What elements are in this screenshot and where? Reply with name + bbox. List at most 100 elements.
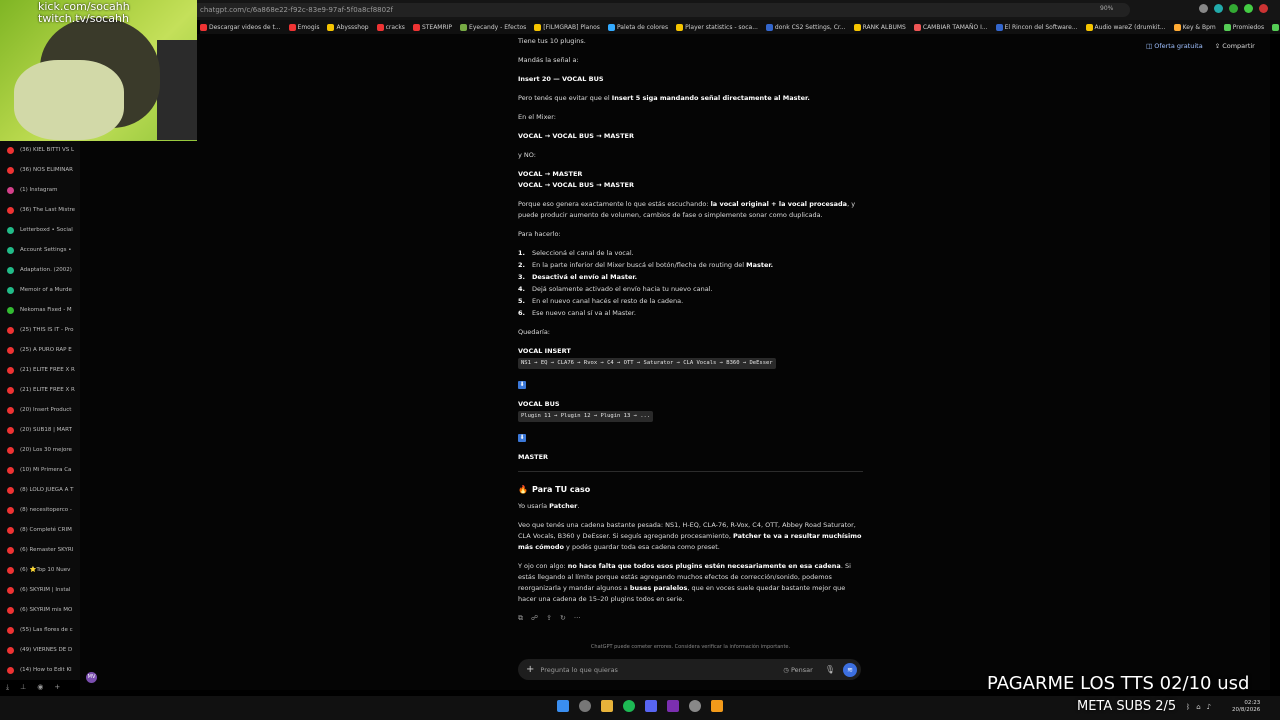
bookmark-item[interactable]: STEAMRIP bbox=[412, 23, 452, 31]
sidebar-tab-item[interactable]: (20) SUB18 | MART bbox=[0, 420, 80, 440]
sidebar-tab-item[interactable]: (21) ELITE FREE X R bbox=[0, 380, 80, 400]
tab-label: (10) Mi Primera Ca bbox=[20, 467, 72, 473]
sidebar-tab-item[interactable]: Letterboxd • Social bbox=[0, 220, 80, 240]
regenerate-icon[interactable]: ↻ bbox=[560, 613, 566, 624]
sidebar-tab-item[interactable]: (6) ⭐Top 10 Nuev bbox=[0, 560, 80, 580]
prompt-input[interactable] bbox=[540, 665, 784, 674]
extension-icon[interactable] bbox=[1214, 4, 1223, 13]
thumbs-icon[interactable]: ☍ bbox=[531, 613, 538, 624]
minimize-icon[interactable] bbox=[1229, 4, 1238, 13]
sidebar-tab-item[interactable]: (14) How to Edit KI bbox=[0, 660, 80, 680]
tab-label: (21) ELITE FREE X R bbox=[20, 367, 75, 373]
sidebar-tab-item[interactable]: (49) VIERNES DE D bbox=[0, 640, 80, 660]
text-span: . bbox=[577, 502, 580, 510]
sidebar-tab-item[interactable]: (25) THIS IS IT - Pro bbox=[0, 320, 80, 340]
download-icon[interactable]: ⤓ bbox=[6, 683, 9, 692]
tab-label: (6) SKYRIM | Instal bbox=[20, 587, 71, 593]
steps-list: 1. Seleccioná el canal de la vocal. 2. En l… bbox=[518, 248, 863, 319]
text-span: Ese nuevo canal sí va al Master. bbox=[532, 309, 636, 317]
sidebar-tab-item[interactable]: Adaptation. (2002) bbox=[0, 260, 80, 280]
settings-app-icon[interactable] bbox=[689, 700, 701, 712]
sidebar-tab-item[interactable]: (36) NOS ELIMINAR bbox=[0, 160, 80, 180]
maximize-icon[interactable] bbox=[1244, 4, 1253, 13]
fire-icon: 🔥 bbox=[518, 485, 528, 494]
sidebar-tab-item[interactable]: (10) Mi Primera Ca bbox=[0, 460, 80, 480]
spotify-app-icon[interactable] bbox=[623, 700, 635, 712]
bookmark-item[interactable]: Audio wareZ (drumkit... bbox=[1085, 23, 1166, 31]
close-icon[interactable] bbox=[1259, 4, 1268, 13]
bookmark-item[interactable]: CAMBIAR TAMAÑO I... bbox=[913, 23, 988, 31]
sidebar-tab-item[interactable]: (8) LOLO JUEGA A T bbox=[0, 480, 80, 500]
sidebar-tab-item[interactable]: Account Settings • bbox=[0, 240, 80, 260]
sidebar-tab-item[interactable]: (20) Insert Product bbox=[0, 400, 80, 420]
tab-favicon-icon bbox=[7, 326, 14, 334]
tab-label: (20) SUB18 | MART bbox=[20, 427, 72, 433]
bookmark-item[interactable]: RANK ALBUMS bbox=[853, 23, 906, 31]
sidebar-tab-item[interactable]: (6) SKYRIM | Instal bbox=[0, 580, 80, 600]
bookmark-item[interactable]: Key & Bpm bbox=[1173, 23, 1216, 31]
network-icon[interactable]: ⌂ bbox=[1196, 703, 1200, 711]
more-icon[interactable]: ··· bbox=[574, 613, 581, 624]
bookmark-favicon-icon bbox=[676, 23, 684, 31]
bookmark-item[interactable]: Descargar videos de t... bbox=[200, 23, 281, 31]
sidebar-tab-item[interactable]: (36) The Last Mistre bbox=[0, 200, 80, 220]
sidebar-tab-item[interactable]: (36) KIEL BITTI VS L bbox=[0, 140, 80, 160]
attach-plus-icon[interactable]: + bbox=[526, 664, 534, 675]
profile-icon[interactable] bbox=[1199, 4, 1208, 13]
voice-mode-icon[interactable]: ≋ bbox=[843, 662, 857, 677]
sidebar-tab-item[interactable]: (20) Los 30 mejore bbox=[0, 440, 80, 460]
bookmark-item[interactable]: [FILMGRAB] Planos bbox=[534, 23, 600, 31]
sidebar-tab-item[interactable]: (55) Las flores de c bbox=[0, 620, 80, 640]
mic-icon[interactable]: 🎙 bbox=[825, 665, 835, 674]
windows-start-icon[interactable] bbox=[557, 700, 569, 712]
sidebar-tab-item[interactable]: (21) ELITE FREE X R bbox=[0, 360, 80, 380]
bookmark-item[interactable]: El Rincon del Software... bbox=[995, 23, 1078, 31]
discord-app-icon[interactable] bbox=[645, 700, 657, 712]
bookmark-item[interactable]: botkick bbox=[1272, 23, 1280, 31]
bookmark-item[interactable]: Eyecandy - Efectos bbox=[460, 23, 526, 31]
sidebar-tab-item[interactable]: (8) necesitoperco - bbox=[0, 500, 80, 520]
sidebar-tab-item[interactable]: (6) SKYRIM mis MO bbox=[0, 600, 80, 620]
sidebar-tab-item[interactable]: (1) Instagram bbox=[0, 180, 80, 200]
bookmark-item[interactable]: Abyssshop bbox=[327, 23, 369, 31]
history-icon[interactable]: ◉ bbox=[37, 683, 43, 691]
bookmark-item[interactable]: donk CS2 Settings, Cr... bbox=[765, 23, 846, 31]
tab-label: (21) ELITE FREE X R bbox=[20, 387, 75, 393]
text: Tiene tus 10 plugins. bbox=[518, 37, 586, 45]
system-clock[interactable]: 02:23 20/8/2026 bbox=[1232, 700, 1260, 714]
avatar[interactable]: MV bbox=[86, 672, 97, 683]
sidebar-tab-item[interactable]: (25) A PURO RAP E bbox=[0, 340, 80, 360]
think-button[interactable]: ◷ Pensar bbox=[783, 666, 813, 674]
bookmark-item[interactable]: Promiedos bbox=[1223, 23, 1264, 31]
text-span: Porque eso genera exactamente lo que est… bbox=[518, 200, 711, 208]
copy-icon[interactable]: ⧉ bbox=[518, 613, 523, 624]
zoom-indicator[interactable]: 90% bbox=[1100, 5, 1113, 12]
new-tab-icon[interactable]: + bbox=[54, 683, 60, 691]
volume-icon[interactable]: ♪ bbox=[1207, 703, 1211, 711]
tab-group-icon[interactable]: ⊥ bbox=[20, 683, 26, 691]
tab-label: (1) Instagram bbox=[20, 187, 58, 193]
bookmark-item[interactable]: cracks bbox=[376, 23, 405, 31]
bookmark-item[interactable]: Emogis bbox=[288, 23, 319, 31]
tab-favicon-icon bbox=[7, 286, 14, 294]
address-bar[interactable]: ⚲ chatgpt.com/c/6a868e22-f92c-83e9-97af-… bbox=[180, 3, 1130, 17]
sidebar-tab-item[interactable]: (8) Completé CRIM bbox=[0, 520, 80, 540]
tab-label: Account Settings • bbox=[20, 247, 72, 253]
sidebar-tab-item[interactable]: Nekomas Fixed - M bbox=[0, 300, 80, 320]
text-span: y podés guardar toda esa cadena como pre… bbox=[563, 543, 720, 551]
bookmark-item[interactable]: Player statistics - soca... bbox=[676, 23, 758, 31]
share-button[interactable]: ⇪ Compartir bbox=[1215, 42, 1255, 50]
bookmark-favicon-icon bbox=[1173, 23, 1181, 31]
browser-app-icon[interactable] bbox=[579, 700, 591, 712]
fl-studio-app-icon[interactable] bbox=[711, 700, 723, 712]
bookmark-item[interactable]: Paleta de colores bbox=[607, 23, 668, 31]
sidebar-tab-item[interactable]: (6) Remaster SKYRI bbox=[0, 540, 80, 560]
onenote-app-icon[interactable] bbox=[667, 700, 679, 712]
share-icon[interactable]: ⇪ bbox=[546, 613, 552, 624]
bookmark-favicon-icon bbox=[534, 23, 542, 31]
free-offer-button[interactable]: ◫ Oferta gratuita bbox=[1146, 42, 1203, 50]
sidebar-tab-item[interactable]: Memoir of a Murde bbox=[0, 280, 80, 300]
folder-app-icon[interactable] bbox=[601, 700, 613, 712]
vocal-bus-title: VOCAL BUS bbox=[518, 399, 863, 410]
bluetooth-icon[interactable]: ᛒ bbox=[1186, 703, 1190, 711]
